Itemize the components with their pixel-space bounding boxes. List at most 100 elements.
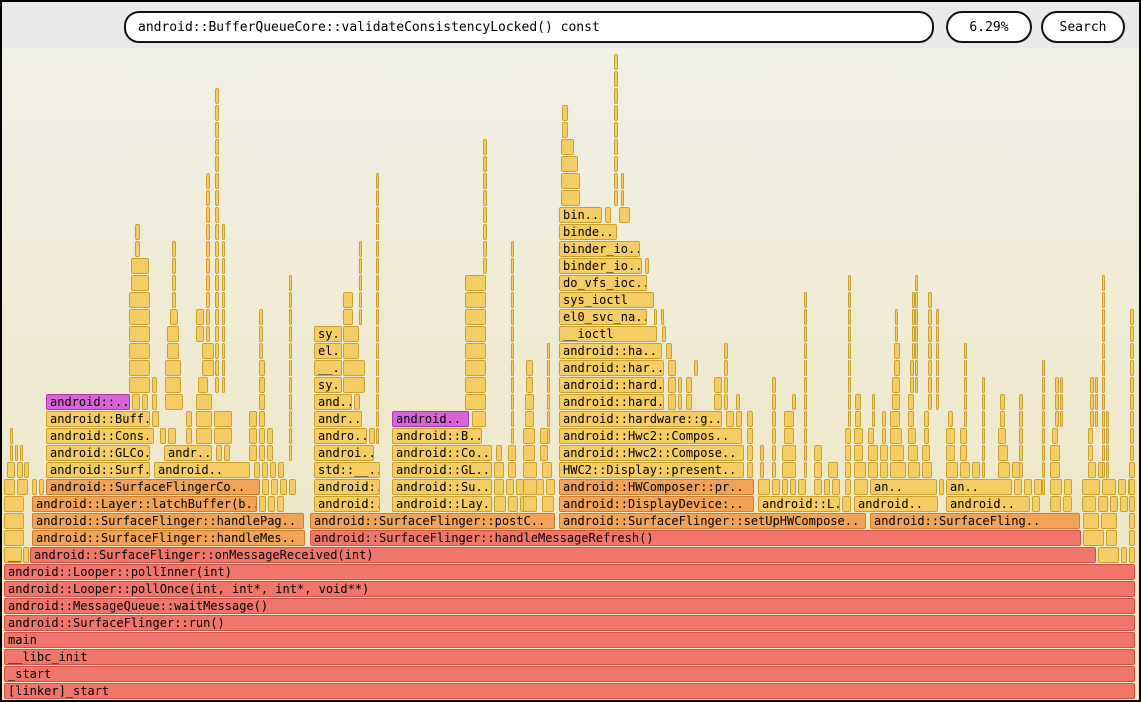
flame-frame[interactable] <box>196 326 204 342</box>
flame-frame[interactable] <box>854 428 863 444</box>
flame-frame[interactable] <box>678 394 682 410</box>
flame-frame[interactable]: android::hardware::g.. <box>559 411 722 427</box>
flame-frame[interactable]: android:.. <box>314 496 380 512</box>
flame-frame[interactable]: HWC2::Display::present.. <box>559 462 744 478</box>
flame-frame[interactable] <box>804 343 807 359</box>
flame-frame[interactable]: android::GL.. <box>392 462 492 478</box>
flame-frame[interactable] <box>17 462 23 478</box>
flame-frame[interactable] <box>289 275 292 291</box>
flame-frame[interactable] <box>511 343 514 359</box>
flame-frame[interactable] <box>848 326 851 342</box>
flame-frame[interactable] <box>1106 428 1109 444</box>
flame-frame[interactable] <box>1042 428 1045 444</box>
flame-frame[interactable] <box>1130 377 1134 393</box>
flame-frame[interactable] <box>215 275 219 291</box>
flame-frame[interactable] <box>536 479 544 495</box>
flame-frame[interactable] <box>376 241 379 257</box>
flame-frame[interactable] <box>772 445 776 461</box>
flame-frame[interactable] <box>465 377 486 393</box>
flame-frame[interactable] <box>359 275 362 291</box>
flame-frame[interactable] <box>714 394 722 410</box>
flame-frame[interactable] <box>848 275 851 291</box>
flame-frame[interactable] <box>511 326 514 342</box>
flame-frame[interactable] <box>289 343 292 359</box>
flame-frame[interactable] <box>1106 462 1109 478</box>
flame-frame[interactable] <box>546 479 555 495</box>
flame-frame[interactable] <box>928 394 932 410</box>
flame-frame[interactable] <box>17 479 28 495</box>
flame-frame[interactable] <box>946 462 958 478</box>
flame-frame[interactable] <box>289 377 292 393</box>
flame-frame[interactable] <box>1101 513 1117 529</box>
flame-frame[interactable] <box>376 360 379 376</box>
flame-frame[interactable] <box>131 258 149 274</box>
flame-frame[interactable] <box>215 360 219 376</box>
flame-frame[interactable] <box>772 394 776 410</box>
flame-frame[interactable] <box>1110 496 1118 512</box>
flame-frame[interactable] <box>666 343 672 359</box>
flame-frame[interactable] <box>1000 394 1005 410</box>
flame-frame[interactable] <box>465 394 486 410</box>
flame-frame[interactable]: binder_io.. <box>559 241 640 257</box>
flame-frame[interactable] <box>882 428 886 444</box>
flame-frame[interactable] <box>928 377 932 393</box>
flame-frame[interactable] <box>814 462 822 478</box>
flame-frame[interactable] <box>694 360 698 376</box>
flame-frame[interactable] <box>614 71 618 87</box>
flame-frame[interactable] <box>483 207 487 223</box>
flame-frame[interactable] <box>772 411 776 427</box>
flame-frame[interactable] <box>215 122 219 138</box>
flame-frame[interactable] <box>262 462 268 478</box>
flame-frame[interactable] <box>972 462 980 478</box>
flame-frame[interactable] <box>222 275 225 291</box>
flame-frame[interactable] <box>259 411 265 427</box>
flame-frame[interactable] <box>215 105 219 121</box>
flame-frame[interactable] <box>832 479 840 495</box>
flame-frame[interactable] <box>511 258 514 274</box>
flame-frame[interactable] <box>910 377 914 393</box>
flame-frame[interactable]: std::__.. <box>314 462 380 478</box>
flame-frame[interactable] <box>890 462 906 478</box>
flame-frame[interactable]: bin.. <box>559 207 602 223</box>
flame-frame[interactable] <box>376 173 379 189</box>
flame-frame[interactable] <box>289 445 292 461</box>
flame-frame[interactable]: do_vfs_ioc.. <box>559 275 647 291</box>
flame-frame[interactable] <box>289 292 292 308</box>
flame-frame[interactable] <box>262 479 269 495</box>
flame-frame[interactable] <box>894 360 900 376</box>
flame-frame[interactable] <box>359 241 362 257</box>
flame-frame[interactable] <box>376 309 379 325</box>
flame-frame[interactable] <box>376 428 379 444</box>
flame-frame[interactable] <box>540 445 548 461</box>
flame-frame[interactable] <box>1088 428 1093 444</box>
flame-frame[interactable] <box>924 428 929 444</box>
flame-frame[interactable] <box>686 394 692 410</box>
flame-frame[interactable] <box>222 224 225 240</box>
flame-frame[interactable] <box>854 479 868 495</box>
flame-frame[interactable] <box>1019 462 1023 478</box>
flame-frame[interactable] <box>772 462 776 478</box>
flame-frame[interactable] <box>804 326 807 342</box>
flame-frame[interactable] <box>259 496 266 512</box>
flame-frame[interactable] <box>726 411 734 427</box>
flame-frame[interactable] <box>868 462 878 478</box>
flame-frame[interactable] <box>890 428 902 444</box>
flame-frame[interactable] <box>621 173 624 189</box>
flame-frame[interactable] <box>924 411 929 427</box>
flame-frame[interactable] <box>668 377 676 393</box>
flame-frame[interactable]: __ <box>4 547 22 563</box>
flame-frame[interactable] <box>206 258 210 274</box>
flame-frame[interactable] <box>1102 360 1105 376</box>
flame-frame[interactable]: android::HWComposer::pr.. <box>559 479 754 495</box>
flame-frame[interactable] <box>1102 377 1105 393</box>
flame-frame[interactable] <box>772 428 776 444</box>
flame-frame[interactable] <box>525 411 534 427</box>
flame-frame[interactable] <box>619 207 630 223</box>
flame-frame[interactable] <box>198 377 208 393</box>
flame-frame[interactable] <box>511 360 514 376</box>
flame-frame[interactable] <box>259 445 265 461</box>
flame-frame[interactable] <box>206 224 210 240</box>
flame-frame[interactable] <box>922 462 932 478</box>
flame-frame[interactable] <box>215 190 219 206</box>
flame-frame[interactable] <box>736 394 740 410</box>
